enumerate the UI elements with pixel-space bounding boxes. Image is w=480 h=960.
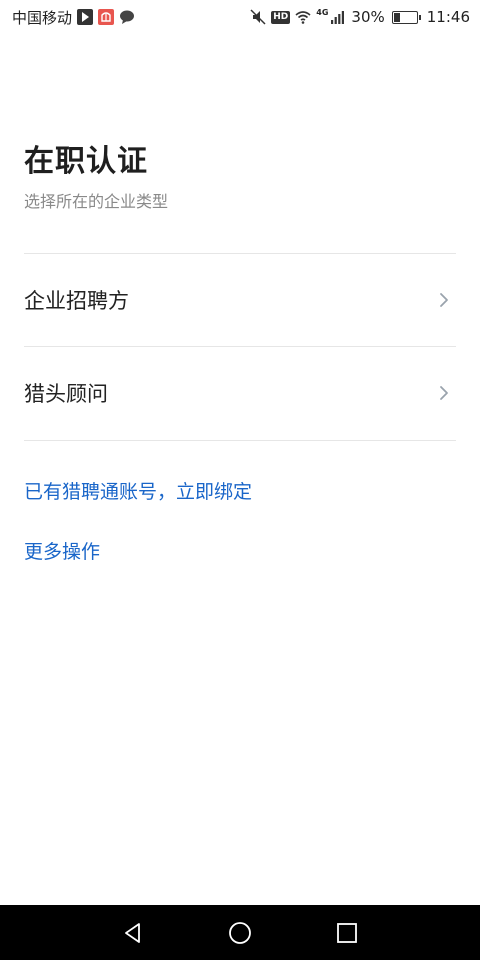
option-headhunter[interactable]: 猎头顾问 — [24, 347, 456, 439]
battery-percent: 30% — [351, 8, 385, 26]
carrier-label: 中国移动 — [12, 8, 73, 27]
option-label: 企业招聘方 — [24, 289, 129, 313]
clock: 11:46 — [426, 8, 470, 26]
mute-icon — [250, 9, 266, 25]
signal-icon — [331, 11, 345, 24]
recents-icon[interactable] — [335, 921, 359, 945]
hd-icon: HD — [271, 10, 291, 24]
more-actions-link[interactable]: 更多操作 — [24, 537, 100, 564]
status-bar-left: 中国移动 — [12, 7, 135, 28]
status-bar: 中国移动 HD 4G 30% 11:46 — [0, 0, 480, 34]
play-store-icon — [77, 9, 94, 25]
battery-fill — [393, 12, 401, 22]
navigation-bar — [0, 905, 480, 960]
battery-icon — [391, 10, 421, 24]
gift-icon — [98, 9, 115, 25]
chat-bubble-icon — [120, 10, 135, 24]
chevron-right-icon — [440, 293, 448, 307]
wifi-icon — [295, 11, 311, 24]
page-title: 在职认证 — [24, 144, 148, 179]
option-corporate-recruiter[interactable]: 企业招聘方 — [24, 254, 456, 346]
screen: 中国移动 HD 4G 30% 11:46 在职认证 选择所在的企业类型 企业招聘… — [0, 0, 480, 960]
bind-account-link[interactable]: 已有猎聘通账号，立即绑定 — [24, 477, 252, 504]
page-subtitle: 选择所在的企业类型 — [24, 192, 169, 211]
option-label: 猎头顾问 — [24, 382, 108, 406]
home-icon[interactable] — [228, 921, 252, 945]
status-bar-right: HD 4G 30% 11:46 — [250, 8, 470, 26]
back-icon[interactable] — [121, 921, 145, 945]
chevron-right-icon — [440, 386, 448, 400]
network-type-label: 4G — [316, 7, 329, 17]
divider — [24, 440, 456, 441]
